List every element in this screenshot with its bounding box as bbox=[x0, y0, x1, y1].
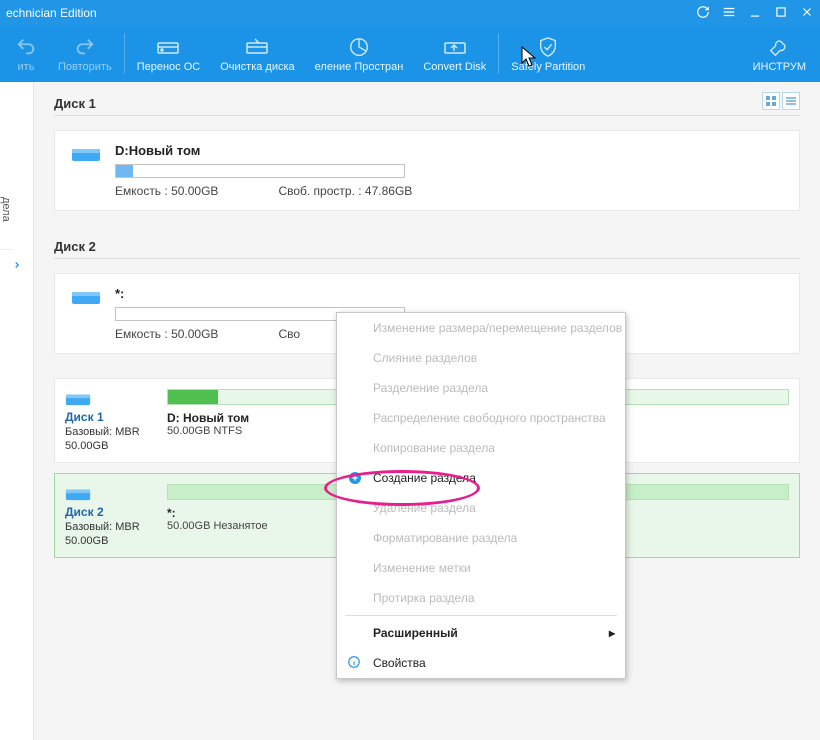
volume-name: *: bbox=[115, 286, 783, 301]
summary-meta1: Базовый: MBR bbox=[65, 426, 155, 438]
summary-name: Диск 2 bbox=[65, 505, 155, 519]
toolbar-separator bbox=[124, 34, 125, 74]
app-title: echnician Edition bbox=[6, 6, 696, 20]
convert-icon bbox=[443, 35, 467, 59]
maximize-icon[interactable] bbox=[774, 5, 788, 22]
wrench-icon bbox=[767, 35, 791, 59]
summary-meta1: Базовый: MBR bbox=[65, 521, 155, 533]
close-icon[interactable] bbox=[800, 5, 814, 22]
redo-icon bbox=[73, 35, 97, 59]
usage-bar bbox=[115, 164, 405, 178]
main-area: дела Диск 1 D:Новый том Емкость : 50.00G… bbox=[0, 82, 820, 740]
ctx-alloc: Распределение свободного пространства bbox=[337, 403, 625, 433]
sidebar-tab-2[interactable]: дела bbox=[0, 170, 12, 250]
cleanup-icon bbox=[245, 35, 269, 59]
ctx-create[interactable]: Создание раздела bbox=[337, 463, 625, 493]
summary-meta2: 50.00GB bbox=[65, 440, 155, 452]
ctx-copy: Копирование раздела bbox=[337, 433, 625, 463]
ctx-advanced[interactable]: Расширенный ▸ bbox=[337, 618, 625, 648]
migrate-os-button[interactable]: Перенос ОС bbox=[127, 26, 211, 82]
disk2-label: Диск 2 bbox=[54, 235, 800, 259]
minimize-icon[interactable] bbox=[748, 5, 762, 22]
migrate-icon bbox=[156, 35, 180, 59]
ctx-label: Изменение метки bbox=[337, 553, 625, 583]
view-toggle bbox=[762, 92, 800, 110]
toolbar: ить Повторить Перенос ОС Очистка диска е… bbox=[0, 26, 820, 82]
ctx-merge: Слияние разделов bbox=[337, 343, 625, 373]
disk-icon bbox=[65, 391, 91, 407]
titlebar: echnician Edition bbox=[0, 0, 820, 26]
menu-icon[interactable] bbox=[722, 5, 736, 22]
info-icon bbox=[347, 655, 363, 671]
safely-partition-button[interactable]: Safely Partition bbox=[501, 26, 595, 82]
space-analyzer-button[interactable]: еление Простран bbox=[305, 26, 414, 82]
ctx-separator bbox=[345, 615, 617, 616]
sidebar-expand[interactable] bbox=[0, 250, 33, 280]
disk-icon bbox=[71, 288, 101, 306]
disk1-label: Диск 1 bbox=[54, 92, 800, 116]
view-list-button[interactable] bbox=[782, 92, 800, 110]
undo-button[interactable]: ить bbox=[4, 26, 48, 82]
capacity-label: Емкость : 50.00GB bbox=[115, 184, 218, 198]
ctx-split: Разделение раздела bbox=[337, 373, 625, 403]
free-label: Сво bbox=[278, 327, 300, 341]
volume-name: D:Новый том bbox=[115, 143, 783, 158]
refresh-icon[interactable] bbox=[696, 5, 710, 22]
summary-name: Диск 1 bbox=[65, 410, 155, 424]
window-controls bbox=[696, 5, 814, 22]
undo-icon bbox=[14, 35, 38, 59]
tools-button[interactable]: ИНСТРУМ bbox=[743, 26, 816, 82]
ctx-format: Форматирование раздела bbox=[337, 523, 625, 553]
chevron-right-icon: ▸ bbox=[609, 626, 615, 640]
convert-disk-button[interactable]: Convert Disk bbox=[413, 26, 496, 82]
ctx-wipe: Протирка раздела bbox=[337, 583, 625, 613]
view-grid-button[interactable] bbox=[762, 92, 780, 110]
toolbar-separator bbox=[498, 34, 499, 74]
ctx-delete: Удаление раздела bbox=[337, 493, 625, 523]
create-partition-icon bbox=[347, 470, 363, 486]
shield-icon bbox=[536, 35, 560, 59]
content-panel: Диск 1 D:Новый том Емкость : 50.00GB Сво… bbox=[34, 82, 820, 740]
disk-cleanup-button[interactable]: Очистка диска bbox=[210, 26, 304, 82]
disk-icon bbox=[65, 486, 91, 502]
ctx-properties[interactable]: Свойства bbox=[337, 648, 625, 678]
redo-button[interactable]: Повторить bbox=[48, 26, 122, 82]
disk-icon bbox=[71, 145, 101, 163]
pie-icon bbox=[347, 35, 371, 59]
context-menu: Изменение размера/перемещение разделов С… bbox=[336, 312, 626, 679]
disk1-card[interactable]: D:Новый том Емкость : 50.00GB Своб. прос… bbox=[54, 130, 800, 211]
sidebar: дела bbox=[0, 82, 34, 740]
ctx-resize: Изменение размера/перемещение разделов bbox=[337, 313, 625, 343]
summary-meta2: 50.00GB bbox=[65, 535, 155, 547]
free-label: Своб. простр. : 47.86GB bbox=[278, 184, 412, 198]
capacity-label: Емкость : 50.00GB bbox=[115, 327, 218, 341]
